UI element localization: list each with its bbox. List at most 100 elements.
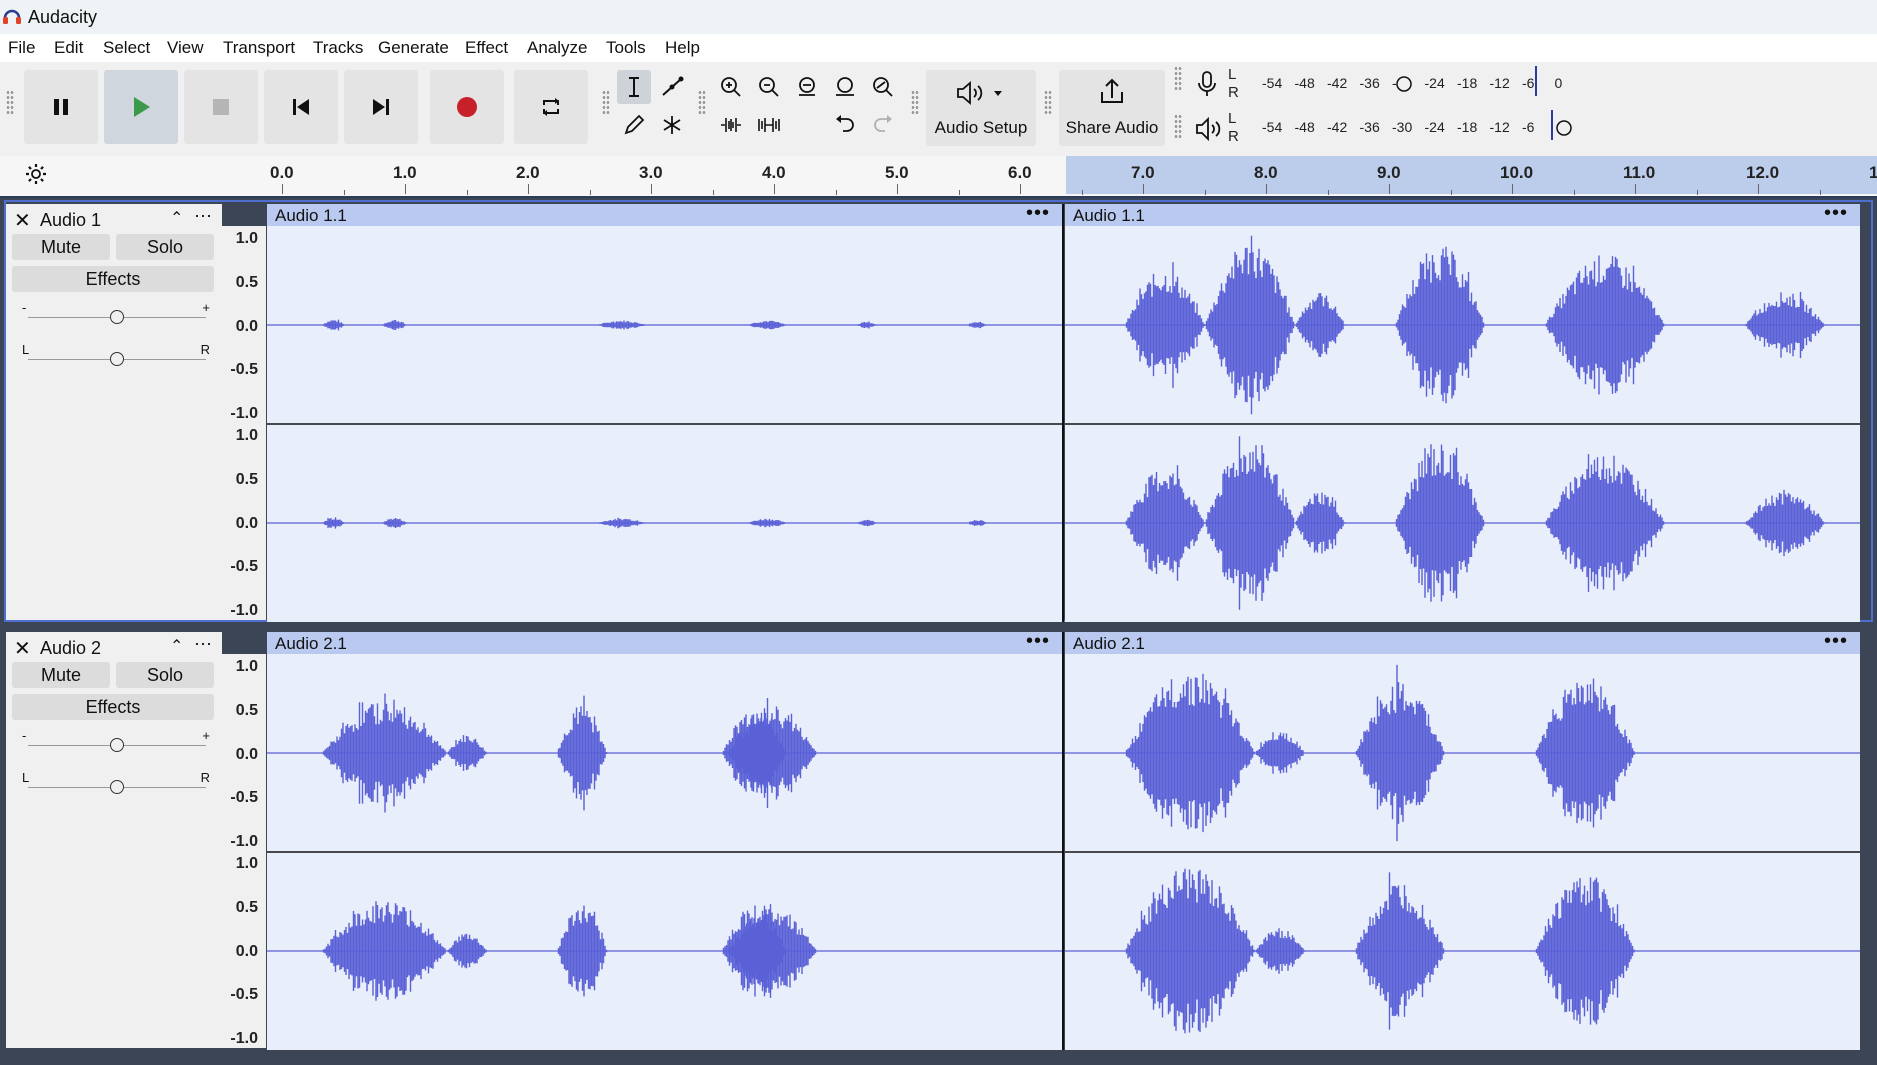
gain-slider-thumb[interactable] [110, 738, 124, 752]
track-control-panel[interactable]: ✕ Audio 2 ⌃ ⋯ Mute Solo Effects - + L R [6, 632, 222, 1048]
zoom-toggle-button[interactable] [866, 70, 900, 104]
toolbar-grip[interactable] [1174, 114, 1182, 140]
toolbar-grip[interactable] [911, 90, 919, 116]
audio-clip[interactable]: Audio 2.1 ••• [1065, 632, 1860, 1050]
waveform[interactable] [267, 226, 1062, 622]
toolbar-grip[interactable] [698, 90, 706, 116]
menu-select[interactable]: Select [103, 38, 150, 58]
ruler-tick-label: 8.0 [1254, 163, 1278, 182]
amplitude-label: -0.5 [230, 361, 258, 379]
audio-clip[interactable]: Audio 2.1 ••• [267, 632, 1062, 1050]
multi-tool-button[interactable] [655, 108, 689, 142]
track-menu-icon[interactable]: ⋯ [194, 206, 212, 227]
clip-menu-icon[interactable]: ••• [1026, 204, 1050, 225]
playback-meter[interactable]: L R -54 -48 -42 -36 -30 -24 -18 -12 -6 [1192, 110, 1580, 150]
pause-button[interactable] [24, 70, 98, 144]
menu-generate[interactable]: Generate [378, 38, 449, 58]
audio-clip[interactable]: Audio 1.1 ••• [267, 204, 1062, 622]
clip-header[interactable]: Audio 1.1 ••• [267, 204, 1062, 226]
amplitude-ruler[interactable]: 1.0 0.5 0.0 -0.5 -1.0 [222, 851, 266, 1048]
recording-meter[interactable]: L R -54 -48 -42 -36- -24 -18 -12 -6 0 [1192, 64, 1580, 104]
waveform[interactable] [1065, 226, 1860, 622]
track-menu-icon[interactable]: ⋯ [194, 634, 212, 655]
solo-button[interactable]: Solo [116, 234, 214, 260]
amplitude-ruler[interactable]: 1.0 0.5 0.0 -0.5 -1.0 [222, 226, 266, 423]
close-track-icon[interactable]: ✕ [14, 636, 31, 661]
draw-tool-button[interactable] [617, 108, 651, 142]
audio-setup-button[interactable]: Audio Setup [926, 70, 1036, 146]
pan-slider[interactable]: LR [22, 342, 212, 370]
loop-button[interactable] [514, 70, 588, 144]
zoom-in-button[interactable] [714, 70, 748, 104]
pan-slider[interactable]: LR [22, 770, 212, 798]
skip-to-start-button[interactable] [264, 70, 338, 144]
share-audio-button[interactable]: Share Audio [1059, 70, 1165, 146]
gain-slider-thumb[interactable] [110, 310, 124, 324]
zoom-out-button[interactable] [752, 70, 786, 104]
pan-slider-thumb[interactable] [110, 352, 124, 366]
pan-slider-thumb[interactable] [110, 780, 124, 794]
menu-view[interactable]: View [167, 38, 204, 58]
record-button[interactable] [430, 70, 504, 144]
menu-edit[interactable]: Edit [54, 38, 83, 58]
amplitude-label: -1.0 [230, 1030, 258, 1047]
selection-tool-button[interactable] [617, 70, 651, 104]
toolbar-grip[interactable] [1174, 66, 1182, 92]
skip-to-end-button[interactable] [344, 70, 418, 144]
menu-effect[interactable]: Effect [465, 38, 508, 58]
menu-file[interactable]: File [8, 38, 35, 58]
menu-help[interactable]: Help [665, 38, 700, 58]
gain-slider[interactable]: - + [22, 728, 212, 756]
menu-transport[interactable]: Transport [223, 38, 295, 58]
meter-tick-label: -48 [1294, 119, 1315, 135]
amplitude-label: 0.0 [235, 745, 258, 763]
track-control-panel[interactable]: ✕ Audio 1 ⌃ ⋯ Mute Solo Effects - + L R [6, 204, 222, 620]
menu-tracks[interactable]: Tracks [313, 38, 363, 58]
waveform[interactable] [267, 654, 1062, 1050]
audio-clip[interactable]: Audio 1.1 ••• [1065, 204, 1860, 622]
clip-menu-icon[interactable]: ••• [1824, 204, 1848, 225]
menu-tools[interactable]: Tools [606, 38, 646, 58]
close-track-icon[interactable]: ✕ [14, 208, 31, 233]
effects-button[interactable]: Effects [12, 694, 214, 720]
zoom-out-icon [759, 77, 779, 97]
track-name[interactable]: Audio 2 [40, 638, 101, 659]
silence-audio-button[interactable] [752, 108, 786, 142]
amplitude-label: 0.5 [235, 898, 258, 916]
clip-menu-icon[interactable]: ••• [1824, 632, 1848, 653]
clip-menu-icon[interactable]: ••• [1026, 632, 1050, 653]
redo-button[interactable] [866, 108, 900, 142]
trim-audio-button[interactable] [714, 108, 748, 142]
menu-analyze[interactable]: Analyze [527, 38, 587, 58]
undo-button[interactable] [828, 108, 862, 142]
clip-header[interactable]: Audio 2.1 ••• [1065, 632, 1860, 654]
timeline-settings-gear-icon[interactable] [24, 162, 48, 186]
toolbar-grip[interactable] [1044, 90, 1052, 116]
envelope-tool-button[interactable] [655, 70, 689, 104]
playback-level-knob-icon[interactable] [1555, 119, 1573, 137]
stop-button[interactable] [184, 70, 258, 144]
clip-header[interactable]: Audio 2.1 ••• [267, 632, 1062, 654]
collapse-track-icon[interactable]: ⌃ [170, 208, 183, 228]
mute-button[interactable]: Mute [12, 234, 110, 260]
gain-slider[interactable]: - + [22, 300, 212, 328]
mute-button[interactable]: Mute [12, 662, 110, 688]
toolbar-grip[interactable] [602, 90, 610, 116]
play-button[interactable] [104, 70, 178, 144]
waveform[interactable] [1065, 654, 1860, 1050]
clip-header[interactable]: Audio 1.1 ••• [1065, 204, 1860, 226]
solo-button[interactable]: Solo [116, 662, 214, 688]
ruler-tick-label: 11.0 [1623, 163, 1656, 182]
fit-project-button[interactable] [828, 70, 862, 104]
amplitude-ruler[interactable]: 1.0 0.5 0.0 -0.5 -1.0 [222, 423, 266, 620]
toolbar-grip[interactable] [6, 90, 14, 116]
effects-button[interactable]: Effects [12, 266, 214, 292]
microphone-icon [1198, 71, 1216, 96]
recording-level-knob-icon[interactable] [1395, 75, 1413, 93]
collapse-track-icon[interactable]: ⌃ [170, 636, 183, 656]
meter-tick-label: -42 [1327, 75, 1348, 91]
fit-selection-button[interactable] [790, 70, 824, 104]
ruler-tick [1143, 184, 1144, 194]
track-name[interactable]: Audio 1 [40, 210, 101, 231]
amplitude-ruler[interactable]: 1.0 0.5 0.0 -0.5 -1.0 [222, 654, 266, 851]
